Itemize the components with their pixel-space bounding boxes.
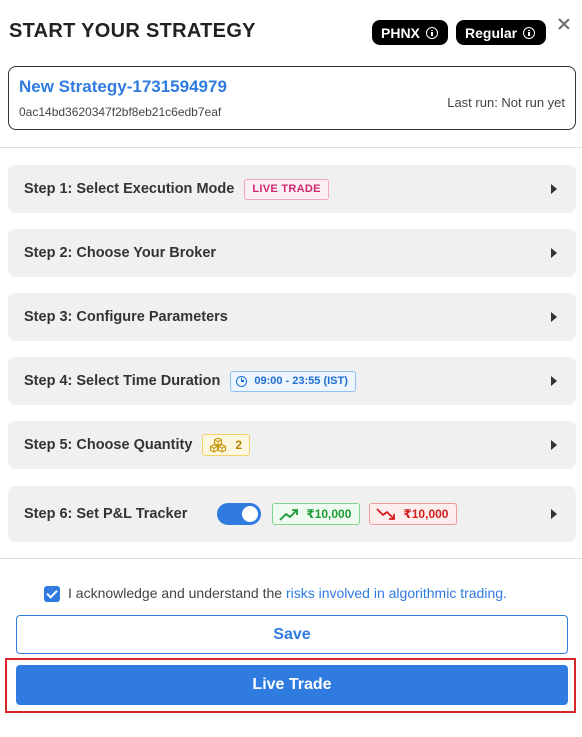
step-label: Step 6: Set P&L Tracker <box>24 506 188 522</box>
acknowledge-text: I acknowledge and understand the risks i… <box>68 585 507 601</box>
step-label: Step 2: Choose Your Broker <box>24 245 217 261</box>
phnx-badge-label: PHNX <box>381 24 420 41</box>
modal-title: START YOUR STRATEGY <box>9 20 256 42</box>
step-choose-broker[interactable]: Step 2: Choose Your Broker <box>8 229 576 277</box>
trend-down-icon <box>376 507 396 520</box>
acknowledge-label: I acknowledge and understand the <box>68 585 286 601</box>
regular-badge[interactable]: Regular <box>456 20 546 45</box>
chevron-right-icon[interactable] <box>551 440 557 450</box>
step-label: Step 4: Select Time Duration <box>24 373 221 389</box>
strategy-name[interactable]: New Strategy-1731594979 <box>19 77 227 97</box>
chevron-right-icon[interactable] <box>551 509 557 519</box>
step-configure-parameters[interactable]: Step 3: Configure Parameters <box>8 293 576 341</box>
quantity-tag: 2 <box>202 434 251 456</box>
step-time-duration[interactable]: Step 4: Select Time Duration 09:00 - 23:… <box>8 357 576 405</box>
info-icon[interactable] <box>523 26 536 39</box>
profit-target-tag: ₹10,000 <box>272 503 361 525</box>
profit-target-value: ₹10,000 <box>306 507 352 521</box>
divider <box>0 147 582 148</box>
info-icon[interactable] <box>425 26 438 39</box>
strategy-card: New Strategy-1731594979 0ac14bd3620347f2… <box>8 66 576 130</box>
risks-link[interactable]: risks involved in algorithmic trading. <box>286 585 507 601</box>
regular-badge-label: Regular <box>465 24 518 41</box>
step-execution-mode[interactable]: Step 1: Select Execution Mode LIVE TRADE <box>8 165 576 213</box>
time-duration-value: 09:00 - 23:55 (IST) <box>254 375 348 387</box>
live-trade-button[interactable]: Live Trade <box>16 665 568 705</box>
chevron-right-icon[interactable] <box>551 312 557 322</box>
close-icon[interactable] <box>555 15 573 33</box>
trend-up-icon <box>279 508 299 521</box>
modal-header: START YOUR STRATEGY PHNX Regular <box>0 0 582 62</box>
step-label: Step 1: Select Execution Mode <box>24 181 235 197</box>
clock-icon <box>236 375 248 387</box>
pnl-tracker-toggle[interactable] <box>217 503 262 525</box>
time-duration-tag: 09:00 - 23:55 (IST) <box>230 370 356 392</box>
stop-loss-value: ₹10,000 <box>403 507 449 521</box>
step-choose-quantity[interactable]: Step 5: Choose Quantity 2 <box>8 421 576 469</box>
step-pnl-tracker[interactable]: Step 6: Set P&L Tracker ₹10,000 ₹10,000 <box>8 486 576 542</box>
last-run-status: Last run: Not run yet <box>447 95 565 110</box>
step-label: Step 5: Choose Quantity <box>24 437 193 453</box>
divider <box>0 558 582 559</box>
step-label: Step 3: Configure Parameters <box>24 309 228 325</box>
cubes-icon <box>210 437 227 453</box>
phnx-badge[interactable]: PHNX <box>372 20 448 45</box>
strategy-id: 0ac14bd3620347f2bf8eb21c6edb7eaf <box>19 105 222 119</box>
chevron-right-icon[interactable] <box>551 184 557 194</box>
chevron-right-icon[interactable] <box>551 376 557 386</box>
stop-loss-tag: ₹10,000 <box>369 503 458 525</box>
live-trade-tag: LIVE TRADE <box>244 178 329 200</box>
chevron-right-icon[interactable] <box>551 248 557 258</box>
save-button[interactable]: Save <box>16 615 568 654</box>
acknowledge-checkbox[interactable] <box>44 586 60 602</box>
quantity-value: 2 <box>235 438 243 452</box>
